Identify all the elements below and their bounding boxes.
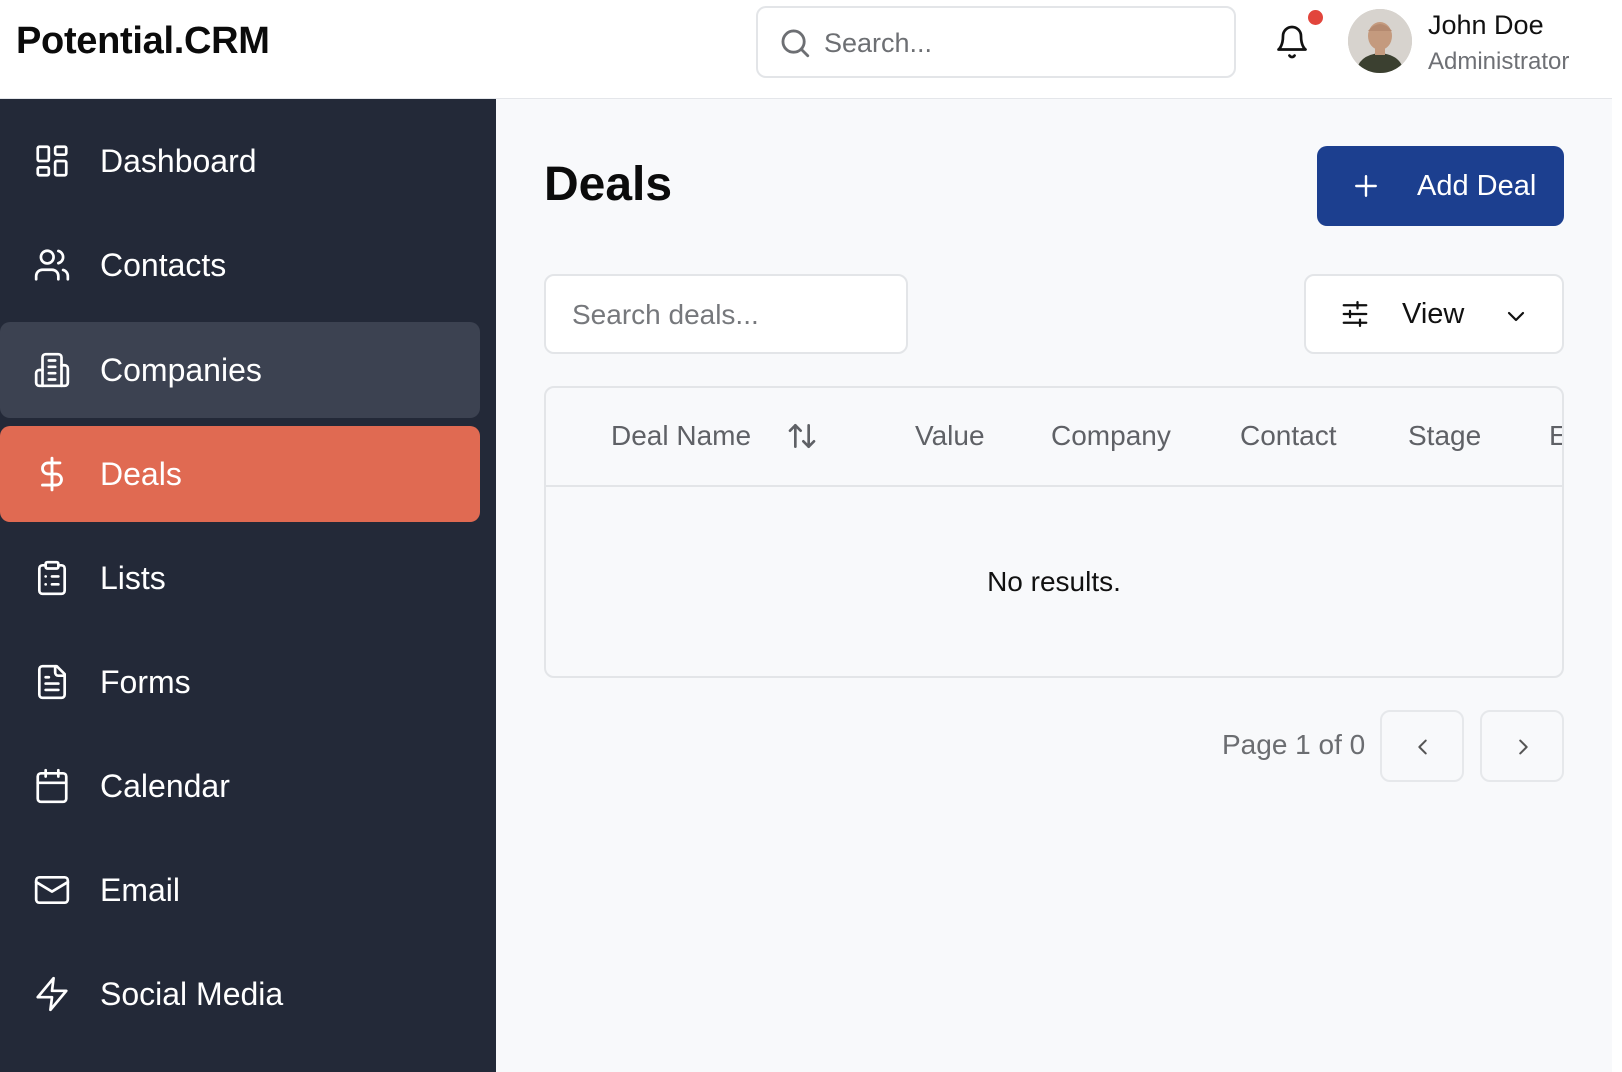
previous-page-button[interactable] [1380, 710, 1464, 782]
deals-table: Deal Name Value Company Contact Stage E … [544, 386, 1564, 678]
notification-badge [1308, 10, 1323, 25]
view-label: View [1402, 298, 1465, 330]
sidebar-item-deals[interactable]: Deals [0, 426, 480, 522]
sidebar-item-label: Forms [100, 663, 191, 700]
sidebar-item-dashboard[interactable]: Dashboard [0, 113, 480, 209]
mail-icon [34, 875, 70, 905]
window-edge [1612, 0, 1622, 1072]
add-deal-button[interactable]: Add Deal [1317, 146, 1564, 226]
sidebar-item-lists[interactable]: Lists [0, 530, 480, 626]
pagination-label: Page 1 of 0 [1222, 729, 1366, 760]
sidebar-item-email[interactable]: Email [0, 842, 480, 938]
chevron-right-icon [1519, 739, 1528, 755]
sidebar-item-calendar[interactable]: Calendar [0, 738, 480, 834]
user-name[interactable]: John Doe [1428, 10, 1544, 41]
view-options-button[interactable]: View [1304, 274, 1564, 354]
deals-search-input[interactable] [570, 290, 894, 340]
chevron-down-icon [1507, 311, 1525, 322]
sidebar-item-companies[interactable]: Companies [0, 322, 480, 418]
users-icon [34, 249, 70, 281]
avatar-image-icon [1348, 9, 1412, 73]
sidebar-item-label: Deals [100, 455, 182, 492]
sidebar-item-label: Contacts [100, 246, 227, 283]
brand-logo[interactable]: Potential.CRM [16, 20, 270, 63]
layout-grid-icon [36, 145, 68, 177]
global-search-input[interactable] [822, 16, 1216, 70]
deals-search[interactable] [544, 274, 908, 354]
column-header-contact: Contact [1240, 420, 1337, 451]
sidebar-item-contacts[interactable]: Contacts [0, 217, 480, 313]
table-header: Deal Name Value Company Contact Stage E [546, 388, 1562, 487]
avatar[interactable] [1348, 9, 1412, 73]
column-header-deal-name[interactable]: Deal Name [611, 420, 751, 452]
sidebar-item-label: Lists [100, 559, 166, 596]
zap-icon [36, 976, 68, 1012]
sort-icon[interactable] [786, 420, 818, 452]
column-header-company: Company [1051, 420, 1171, 451]
search-icon [781, 29, 810, 58]
column-header-stage: Stage [1408, 420, 1482, 451]
page-title: Deals [544, 158, 673, 211]
file-text-icon [37, 664, 67, 700]
clipboard-list-icon [37, 560, 67, 596]
sidebar-item-label: Calendar [100, 767, 230, 804]
column-header-truncated: E [1549, 420, 1562, 452]
sidebar-item-social-media[interactable]: Social Media [0, 946, 480, 1042]
global-search[interactable] [756, 6, 1236, 78]
top-header: Potential.CRM John Doe Administrator [0, 0, 1612, 99]
bell-icon[interactable] [1274, 24, 1310, 60]
user-role: Administrator [1428, 48, 1570, 75]
calendar-icon [36, 768, 68, 804]
sidebar-item-label: Dashboard [100, 142, 257, 179]
column-header-value: Value [915, 420, 985, 451]
plus-icon [1355, 175, 1377, 197]
sidebar-item-forms[interactable]: Forms [0, 634, 480, 730]
next-page-button[interactable] [1480, 710, 1564, 782]
sidebar-item-label: Companies [100, 351, 262, 388]
sidebar-item-label: Email [100, 871, 181, 908]
sidebar: Dashboard Contacts Companies Deals Lists… [0, 99, 496, 1072]
chevron-left-icon [1418, 739, 1427, 755]
sidebar-item-label: Social Media [100, 975, 284, 1012]
sliders-icon [1342, 301, 1368, 327]
dollar-icon [41, 456, 63, 492]
add-deal-label: Add Deal [1417, 169, 1537, 202]
empty-state-message: No results. [987, 566, 1121, 597]
building-icon [34, 352, 70, 388]
